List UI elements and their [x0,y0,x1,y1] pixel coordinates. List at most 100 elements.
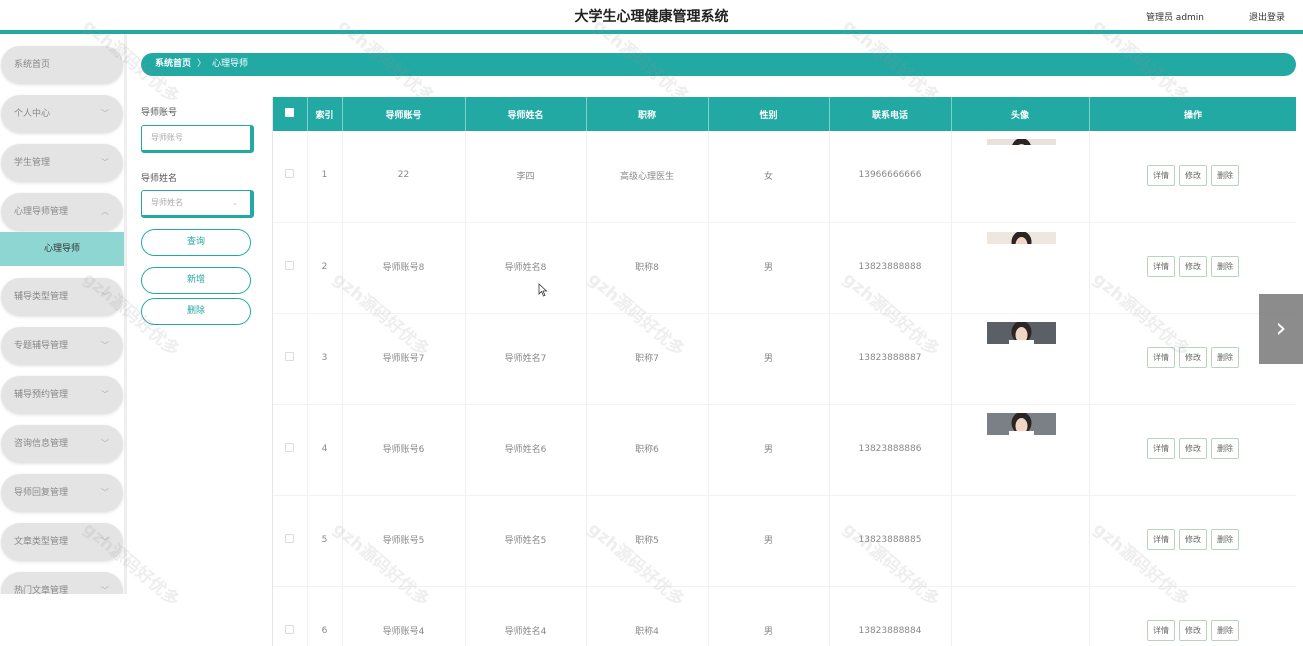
account-cell: 导师账号6 [342,404,466,496]
sidebar-item-label: 咨询信息管理 [14,439,69,449]
title-cell: 职称4 [586,586,709,646]
avatar-cell [951,131,1090,223]
name-filter-input[interactable]: 导师姓名 ⌄ [141,190,254,218]
add-button[interactable]: 新增 [141,267,251,294]
chevron-down-icon: ﹀ [101,488,109,497]
chevron-down-icon: ﹀ [101,158,109,167]
detail-button[interactable]: 详情 [1147,164,1175,186]
row-checkbox[interactable] [285,351,295,361]
table-row[interactable]: 5 导师账号5 导师姓名5 职称5 男 13823888885 详情 修改 删除 [273,495,1296,587]
chevron-down-icon: ﹀ [101,390,109,399]
sidebar-item-personal-center[interactable]: 个人中心 ﹀ [1,95,123,133]
row-checkbox[interactable] [285,624,295,634]
current-user: 管理员 admin [1145,13,1204,23]
edit-button[interactable]: 修改 [1179,620,1207,641]
sidebar-item-home[interactable]: 系统首页 [1,46,123,84]
row-select-cell[interactable] [273,495,308,587]
index-cell: 6 [307,586,343,646]
name-cell: 导师姓名4 [465,586,587,646]
breadcrumb: 系统首页〉心理导师 [141,53,1296,76]
sidebar-item-label: 心理导师管理 [14,207,69,217]
phone-cell: 13823888886 [829,404,952,496]
sidebar-item-appointments[interactable]: 辅导预约管理 ﹀ [1,376,123,414]
chevron-down-icon: ﹀ [101,341,109,350]
sidebar-item-students[interactable]: 学生管理 ﹀ [1,144,123,182]
mentor-table: 索引 导师账号 导师姓名 职称 性别 联系电话 头像 操作 1 22 李四 高级… [272,97,1296,646]
detail-button[interactable]: 详情 [1147,620,1175,641]
sidebar-item-topic-counseling[interactable]: 专题辅导管理 ﹀ [1,327,123,365]
index-cell: 5 [307,495,343,587]
edit-button[interactable]: 修改 [1179,529,1207,550]
delete-button[interactable]: 删除 [1211,620,1239,641]
detail-button[interactable]: 详情 [1147,256,1175,277]
detail-button[interactable]: 详情 [1147,347,1175,368]
sidebar-item-consultations[interactable]: 咨询信息管理 ﹀ [1,425,123,463]
account-filter-input[interactable]: 导师账号 [141,125,254,153]
gender-cell: 女 [708,131,830,223]
logout-link[interactable]: 退出登录 [1249,10,1285,23]
row-checkbox[interactable] [285,169,295,179]
query-button[interactable]: 查询 [141,229,251,256]
delete-button[interactable]: 删除 [1211,164,1239,186]
row-checkbox[interactable] [285,260,295,270]
avatar-cell [951,404,1090,496]
gender-cell: 男 [708,313,830,405]
sidebar-item-mentor-replies[interactable]: 导师回复管理 ﹀ [1,474,123,512]
breadcrumb-separator: 〉 [197,59,207,69]
edit-button[interactable]: 修改 [1179,256,1207,277]
sidebar-item-mentor-management[interactable]: 心理导师管理 ︿ [1,193,123,231]
sidebar-item-article-types[interactable]: 文章类型管理 ﹀ [1,523,123,561]
breadcrumb-home[interactable]: 系统首页 [155,59,191,69]
table-row[interactable]: 6 导师账号4 导师姓名4 职称4 男 13823888884 详情 修改 删除 [273,586,1296,646]
row-select-cell[interactable] [273,586,308,646]
phone-cell: 13823888885 [829,495,952,587]
phone-cell: 13966666666 [829,131,952,223]
account-filter-label: 导师账号 [141,108,178,118]
account-filter-placeholder: 导师账号 [151,133,183,142]
row-checkbox[interactable] [285,442,295,452]
detail-button[interactable]: 详情 [1147,529,1175,550]
table-row[interactable]: 1 22 李四 高级心理医生 女 13966666666 详情 修改 删除 [273,131,1296,223]
next-arrow-button[interactable]: › [1259,294,1303,364]
delete-button[interactable]: 删除 [1211,438,1239,459]
breadcrumb-current: 心理导师 [212,59,249,69]
column-header-index: 索引 [307,97,343,131]
delete-button[interactable]: 删除 [1211,529,1239,550]
sidebar-item-counseling-types[interactable]: 辅导类型管理 ﹀ [1,278,123,316]
table-row[interactable]: 2 导师账号8 导师姓名8 职称8 男 13823888888 详情 修改 删除 [273,222,1296,314]
gender-cell: 男 [708,404,830,496]
delete-button[interactable]: 删除 [1211,256,1239,277]
gender-cell: 男 [708,495,830,587]
table-row[interactable]: 3 导师账号7 导师姓名7 职称7 男 13823888887 详情 修改 删除 [273,313,1296,405]
select-all-checkbox[interactable] [285,108,295,117]
column-header-account: 导师账号 [342,97,466,131]
sidebar-item-label: 辅导类型管理 [14,292,69,302]
sidebar-subitem-mentor[interactable]: 心理导师 [0,232,124,266]
sidebar-item-label: 热门文章管理 [14,586,69,594]
avatar-image [986,321,1056,344]
table-row[interactable]: 4 导师账号6 导师姓名6 职称6 男 13823888886 详情 修改 删除 [273,404,1296,496]
actions-cell: 详情 修改 删除 [1089,404,1296,496]
name-filter-label: 导师姓名 [141,174,178,184]
row-select-cell[interactable] [273,404,308,496]
delete-button[interactable]: 删除 [1211,347,1239,368]
sidebar-item-label: 专题辅导管理 [14,341,69,351]
sidebar-item-label: 学生管理 [14,158,51,168]
edit-button[interactable]: 修改 [1179,438,1207,459]
select-all-cell[interactable] [273,97,308,131]
edit-button[interactable]: 修改 [1179,347,1207,368]
phone-cell: 13823888887 [829,313,952,405]
title-cell: 高级心理医生 [586,131,709,223]
chevron-down-icon: ﹀ [101,292,109,301]
chevron-down-icon: ﹀ [101,537,109,546]
row-select-cell[interactable] [273,131,308,223]
row-checkbox[interactable] [285,533,295,543]
phone-cell: 13823888888 [829,222,952,314]
name-cell: 导师姓名7 [465,313,587,405]
row-select-cell[interactable] [273,222,308,314]
bulk-delete-button[interactable]: 删除 [141,298,251,325]
sidebar-item-hot-articles[interactable]: 热门文章管理 ﹀ [1,572,123,594]
detail-button[interactable]: 详情 [1147,438,1175,459]
row-select-cell[interactable] [273,313,308,405]
edit-button[interactable]: 修改 [1179,164,1207,186]
